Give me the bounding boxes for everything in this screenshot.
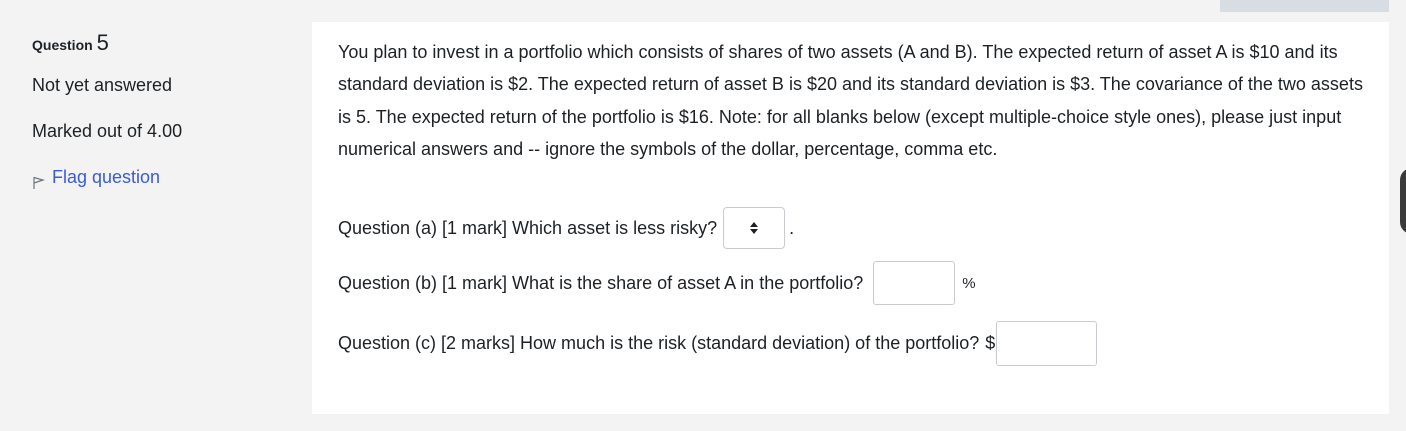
- flag-question-link[interactable]: Flag question: [32, 165, 292, 189]
- sub-question-a: Question (a) [1 mark] Which asset is les…: [338, 206, 794, 250]
- question-state: Not yet answered: [32, 75, 173, 95]
- sub-question-b-label: Question (b) [1 mark] What is the share …: [338, 272, 864, 293]
- question-text: You plan to invest in a portfolio which …: [338, 42, 1363, 160]
- period-text: .: [789, 217, 795, 238]
- sub-question-c-label: Question (c) [2 marks] How much is the r…: [338, 332, 980, 353]
- up-down-arrows-icon: [750, 222, 759, 234]
- question-content: You plan to invest in a portfolio which …: [312, 22, 1389, 414]
- question-number-heading: Question 5: [32, 30, 292, 56]
- dollar-prefix: $: [985, 332, 996, 353]
- side-drawer-handle[interactable]: [1400, 168, 1406, 234]
- share-a-input[interactable]: [873, 261, 956, 305]
- portfolio-risk-input[interactable]: [996, 320, 1098, 366]
- question-number: 5: [96, 30, 109, 55]
- question-info: Question 5 Not yet answered Marked out o…: [32, 30, 292, 189]
- asset-select[interactable]: [723, 207, 786, 249]
- flag-icon: [32, 172, 46, 189]
- sub-question-c: Question (c) [2 marks] How much is the r…: [338, 320, 1098, 366]
- question-grade: Marked out of 4.00: [32, 121, 183, 141]
- question-label: Question: [32, 37, 93, 53]
- flag-label: Flag question: [52, 167, 161, 187]
- sub-question-a-label: Question (a) [1 mark] Which asset is les…: [338, 217, 718, 238]
- sub-question-b: Question (b) [1 mark] What is the share …: [338, 261, 976, 305]
- top-bar: [1220, 0, 1389, 12]
- percent-unit: %: [962, 274, 976, 292]
